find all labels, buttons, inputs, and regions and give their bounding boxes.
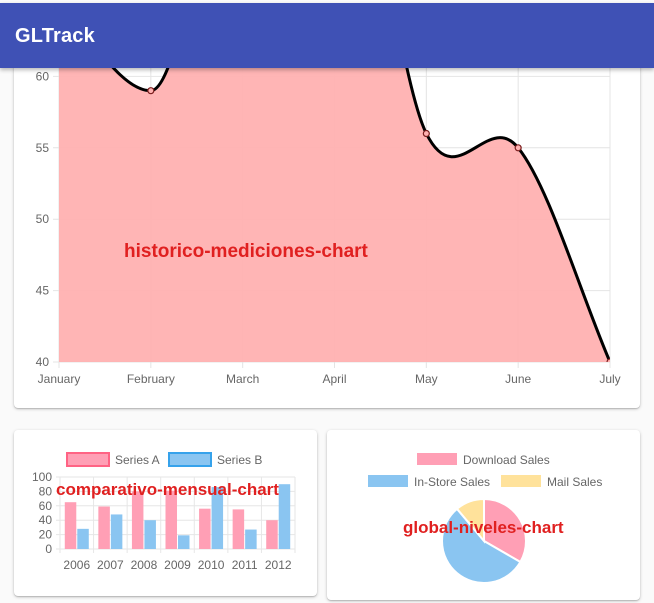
bar	[98, 506, 110, 549]
bar	[211, 487, 224, 549]
y-tick-label: 55	[36, 141, 50, 155]
legend-label: Mail Sales	[547, 475, 602, 489]
global-chart: Download Sales In-Store Sales Mail Sales	[368, 453, 602, 584]
historico-chart: 404550556065JanuaryFebruaryMarchAprilMay…	[36, 40, 621, 386]
legend-swatch	[501, 475, 541, 487]
x-tick-label: June	[505, 372, 531, 386]
x-tick-label: 2008	[131, 558, 158, 572]
x-tick-label: 2009	[164, 558, 191, 572]
x-tick-label: 2006	[63, 558, 90, 572]
x-tick-label: April	[322, 372, 346, 386]
legend-swatch	[368, 475, 408, 487]
app-title: GLTrack	[15, 25, 95, 47]
data-point	[147, 87, 155, 95]
legend-swatch	[417, 453, 457, 465]
bar	[77, 528, 89, 549]
bar	[278, 484, 291, 549]
x-tick-label: March	[226, 372, 259, 386]
x-tick-label: 2012	[265, 558, 292, 572]
x-tick-label: 2007	[97, 558, 124, 572]
legend-label: Series B	[217, 453, 262, 467]
y-tick-label: 50	[36, 212, 50, 226]
bar	[144, 520, 156, 549]
y-tick-label: 40	[36, 355, 50, 369]
legend-swatch	[66, 452, 110, 467]
bar	[110, 514, 123, 549]
bar	[178, 535, 190, 549]
data-point	[422, 129, 430, 138]
app-bar: GLTrack	[0, 3, 654, 68]
bar	[64, 502, 77, 549]
legend-label: In-Store Sales	[414, 475, 490, 489]
bar	[232, 509, 245, 549]
series-group	[59, 40, 610, 362]
x-tick-label: July	[599, 372, 620, 386]
y-tick-label: 0	[45, 542, 52, 556]
data-point	[514, 144, 522, 152]
y-tick-label: 60	[39, 499, 53, 513]
y-tick-label: 40	[39, 513, 53, 527]
bar	[266, 520, 278, 549]
legend-swatch	[168, 452, 212, 467]
legend-label: Series A	[115, 453, 160, 467]
legend-label: Download Sales	[463, 453, 550, 467]
y-tick-label: 100	[32, 470, 52, 484]
bar	[165, 490, 177, 549]
bar	[131, 491, 144, 549]
y-tick-label: 60	[36, 69, 50, 83]
x-tick-label: 2011	[232, 558, 258, 572]
x-tick-label: 2010	[198, 558, 225, 572]
x-tick-label: February	[127, 372, 175, 386]
bar	[199, 508, 211, 549]
y-tick-label: 20	[39, 528, 53, 542]
x-tick-label: January	[38, 372, 81, 386]
y-tick-label: 80	[39, 484, 53, 498]
y-tick-label: 45	[36, 284, 50, 298]
historico-card: 404550556065JanuaryFebruaryMarchAprilMay…	[14, 40, 640, 408]
global-card: Download Sales In-Store Sales Mail Sales g…	[327, 430, 640, 600]
comparativo-chart: Series A Series B 020406080100 2006 2007 2008…	[32, 452, 296, 572]
bar	[245, 529, 257, 549]
x-tick-label: May	[415, 372, 438, 386]
comparativo-card: Series A Series B 0 20 40 60 80 100 2006 2007 2008…	[14, 430, 317, 596]
